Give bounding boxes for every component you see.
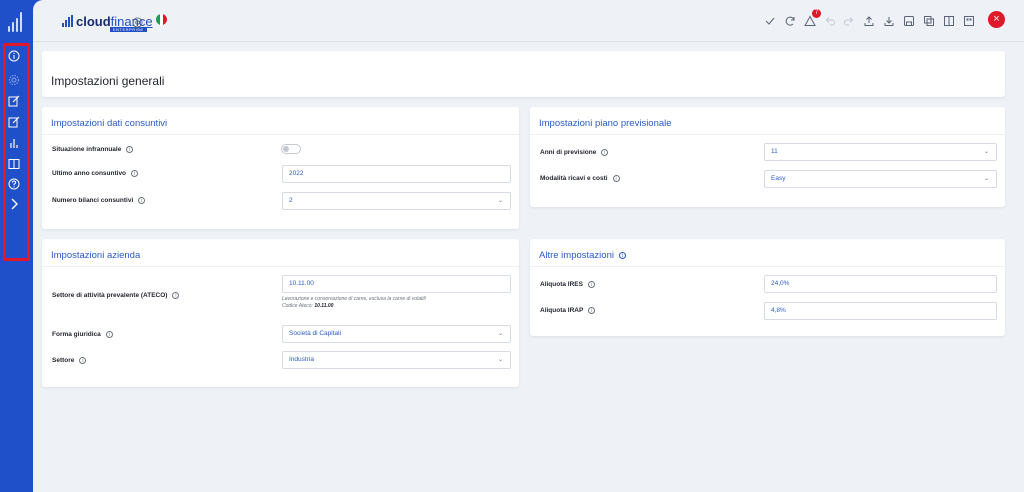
info-icon[interactable]: i (105, 331, 113, 338)
aliquota-irap-label-text: Aliquota IRAP (540, 307, 584, 314)
aliquota-irap-input[interactable]: 4,8% (764, 302, 997, 320)
forma-giuridica-select[interactable]: Società di Capitali ⌄ (282, 325, 511, 343)
forma-giuridica-value: Società di Capitali (289, 330, 342, 337)
info-icon[interactable]: i (618, 252, 626, 259)
edit-icon[interactable] (7, 94, 21, 108)
modalita-label: Modalità ricavi e costi i (540, 175, 620, 182)
download-icon[interactable] (883, 14, 895, 26)
close-button[interactable]: × (988, 11, 1005, 28)
chevron-down-icon: ⌄ (497, 357, 503, 363)
anni-previsione-value: 11 (771, 148, 778, 155)
aliquota-irap-label: Aliquota IRAP i (540, 307, 596, 314)
previsionale-card: Impostazioni piano previsionale Anni di … (530, 107, 1005, 207)
aliquota-ires-label-text: Aliquota IRES (540, 281, 583, 288)
situazione-label-text: Situazione infrannuale (52, 146, 122, 153)
help-icon[interactable] (7, 177, 21, 191)
italian-flag-icon[interactable] (156, 14, 167, 25)
book-icon[interactable] (7, 157, 21, 171)
support-icon[interactable] (132, 15, 143, 28)
forma-giuridica-label: Forma giuridica i (52, 331, 113, 338)
ateco-code-line: Codice Ateco: 10.11.00 (282, 303, 333, 309)
numero-bilanci-label-text: Numero bilanci consuntivi (52, 197, 134, 204)
numero-bilanci-value: 2 (289, 197, 293, 204)
refresh-icon[interactable] (784, 14, 796, 26)
ultimo-anno-label-text: Ultimo anno consuntivo (52, 170, 127, 177)
settore-value: Industria (289, 356, 314, 363)
chevron-down-icon: ⌄ (983, 149, 989, 155)
info-icon[interactable]: i (138, 197, 146, 204)
numero-bilanci-select[interactable]: 2 ⌄ (282, 192, 511, 210)
ultimo-anno-input[interactable]: 2022 (282, 165, 511, 183)
ateco-description: Lavorazione e conservazione di carne, es… (282, 296, 426, 302)
info-icon[interactable]: i (131, 170, 139, 177)
consuntivi-card: Impostazioni dati consuntivi Situazione … (42, 107, 519, 229)
chevron-down-icon: ⌄ (497, 331, 503, 337)
previsionale-title: Impostazioni piano previsionale (539, 118, 672, 129)
brand-cloud-text: cloud (76, 13, 111, 29)
ateco-input[interactable]: 10.11.00 (282, 275, 511, 293)
warning-icon[interactable]: 7 (804, 9, 821, 26)
app-logo-icon (8, 12, 26, 32)
page-title-card: Impostazioni generali (42, 51, 1005, 97)
settore-label: Settore i (52, 357, 87, 364)
situazione-toggle[interactable] (281, 144, 301, 154)
undo-icon[interactable] (824, 14, 836, 26)
numero-bilanci-label: Numero bilanci consuntivi i (52, 197, 146, 204)
modalita-select[interactable]: Easy ⌄ (764, 170, 997, 188)
left-rail (0, 0, 33, 492)
notification-badge: 7 (812, 9, 821, 18)
aliquota-ires-input[interactable]: 24,0% (764, 275, 997, 293)
forma-giuridica-label-text: Forma giuridica (52, 331, 101, 338)
page-title: Impostazioni generali (51, 74, 165, 88)
edit-icon[interactable] (7, 115, 21, 129)
aliquota-ires-label: Aliquota IRES i (540, 281, 595, 288)
split-view-icon[interactable] (943, 14, 955, 26)
layout-icon[interactable] (963, 14, 975, 26)
chevron-down-icon: ⌄ (497, 198, 503, 204)
copy-icon[interactable] (923, 14, 935, 26)
anni-previsione-label-text: Anni di previsione (540, 149, 597, 156)
settore-attivita-label-text: Settore di attività prevalente (ATECO) (52, 292, 168, 299)
chevron-down-icon: ⌄ (983, 176, 989, 182)
divider (42, 266, 519, 267)
info-icon[interactable]: i (612, 175, 620, 182)
altre-title: Altre impostazioni i (539, 250, 626, 261)
info-icon[interactable]: i (601, 149, 609, 156)
check-icon[interactable] (764, 14, 776, 26)
modalita-label-text: Modalità ricavi e costi (540, 175, 608, 182)
brand-bars-icon (62, 15, 74, 27)
info-icon[interactable] (7, 49, 21, 63)
redo-icon[interactable] (843, 14, 855, 26)
ultimo-anno-label: Ultimo anno consuntivo i (52, 170, 139, 177)
upload-icon[interactable] (863, 14, 875, 26)
ateco-code-value: 10.11.00 (314, 303, 334, 309)
consuntivi-title: Impostazioni dati consuntivi (51, 118, 168, 129)
info-icon[interactable]: i (588, 307, 596, 314)
save-icon[interactable] (903, 14, 915, 26)
main-panel: cloud finance ENTERPRISE 7 × Impostazion… (33, 0, 1024, 492)
azienda-title: Impostazioni azienda (51, 250, 141, 261)
settore-attivita-label: Settore di attività prevalente (ATECO) i (52, 292, 180, 299)
divider (530, 266, 1005, 267)
modalita-value: Easy (771, 175, 786, 182)
info-icon[interactable]: i (79, 357, 87, 364)
anni-previsione-label: Anni di previsione i (540, 149, 609, 156)
settore-select[interactable]: Industria ⌄ (282, 351, 511, 369)
divider (530, 134, 1005, 135)
info-icon[interactable]: i (126, 146, 134, 153)
settore-label-text: Settore (52, 357, 75, 364)
top-toolbar: cloud finance ENTERPRISE 7 × (33, 0, 1024, 42)
azienda-card: Impostazioni azienda Settore di attività… (42, 239, 519, 387)
divider (42, 134, 519, 135)
anni-previsione-select[interactable]: 11 ⌄ (764, 143, 997, 161)
info-icon[interactable]: i (587, 281, 595, 288)
chevron-right-icon[interactable] (7, 197, 21, 211)
chart-icon[interactable] (7, 136, 21, 150)
info-icon[interactable]: i (172, 292, 180, 299)
gear-icon[interactable] (7, 73, 21, 87)
ateco-code-label: Codice Ateco: (282, 303, 313, 309)
altre-title-text: Altre impostazioni (539, 250, 614, 261)
altre-card: Altre impostazioni i Aliquota IRES i 24,0%… (530, 239, 1005, 336)
situazione-label: Situazione infrannuale i (52, 146, 134, 153)
